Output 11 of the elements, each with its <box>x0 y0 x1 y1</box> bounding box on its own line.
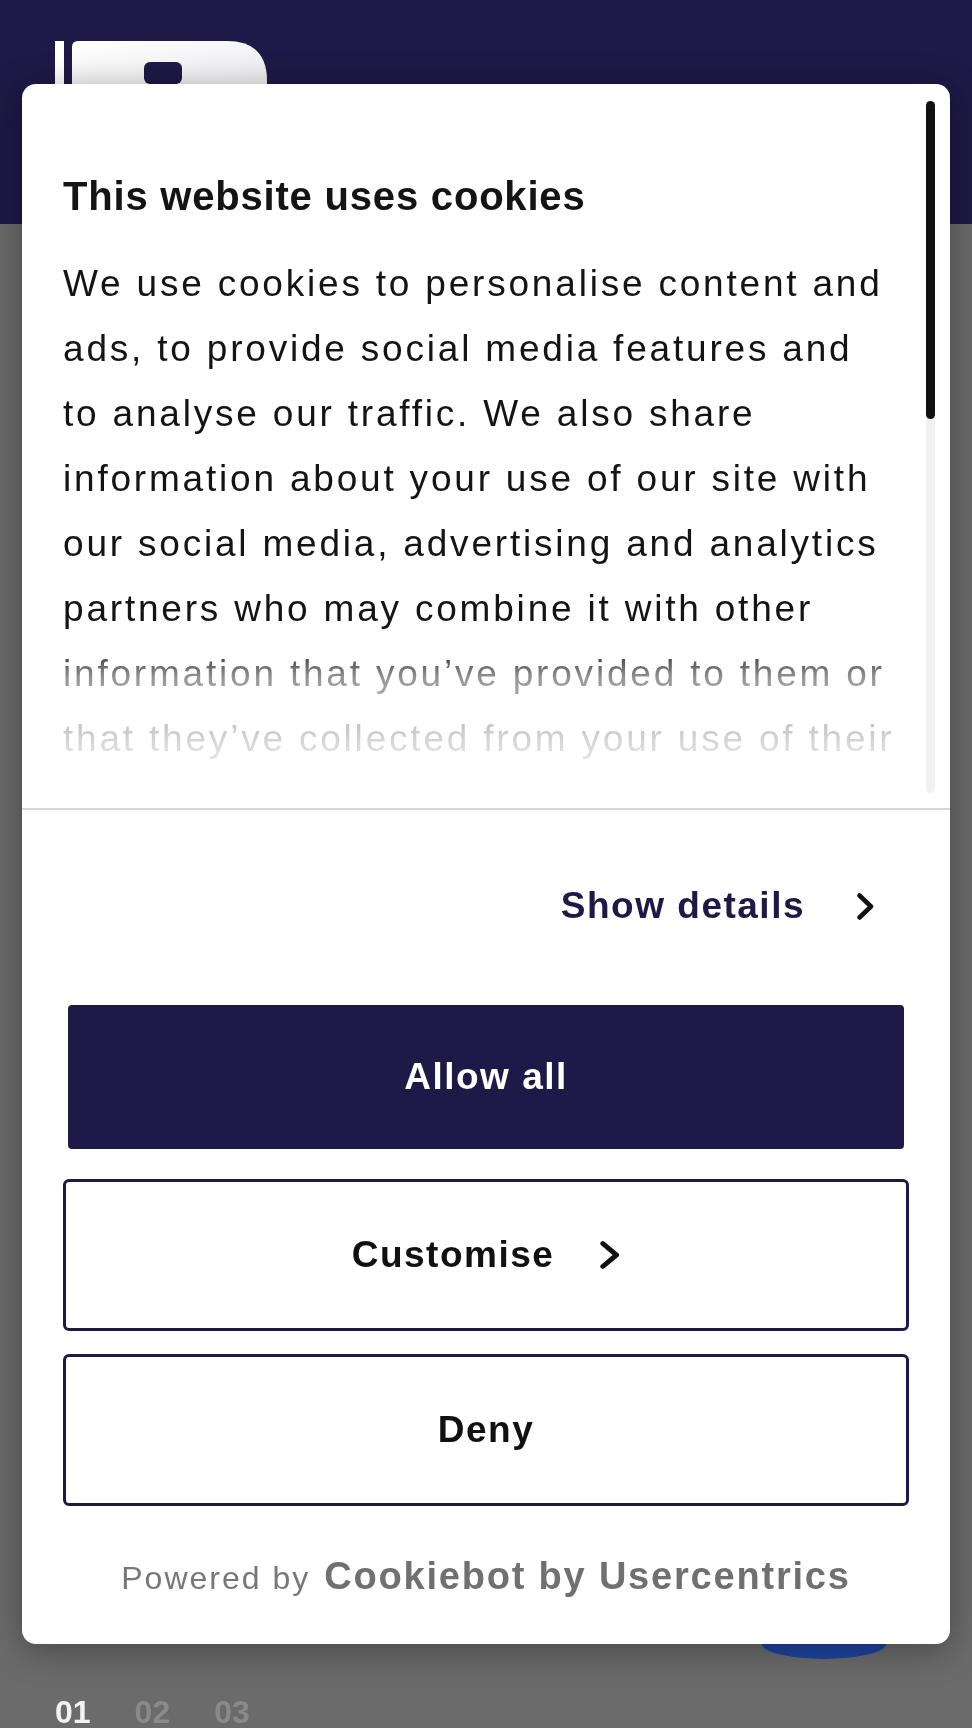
dialog-button[interactable]: Deny <box>63 1354 909 1506</box>
slide-tab[interactable]: 01 <box>55 1696 91 1728</box>
powered-by-text: Powered by <box>121 1559 311 1598</box>
show-details-link[interactable]: Show details <box>560 884 874 928</box>
dialog-title: This website uses cookies <box>63 173 587 220</box>
scrollbar-thumb[interactable] <box>926 101 935 419</box>
brand-link[interactable]: Cookiebot by Usercentrics <box>324 1554 851 1598</box>
dialog-button[interactable]: Customise <box>63 1179 909 1331</box>
logo-icon[interactable] <box>55 41 267 84</box>
chevron-right-icon <box>857 892 874 920</box>
allow-all-button[interactable]: Allow all <box>68 1005 904 1149</box>
